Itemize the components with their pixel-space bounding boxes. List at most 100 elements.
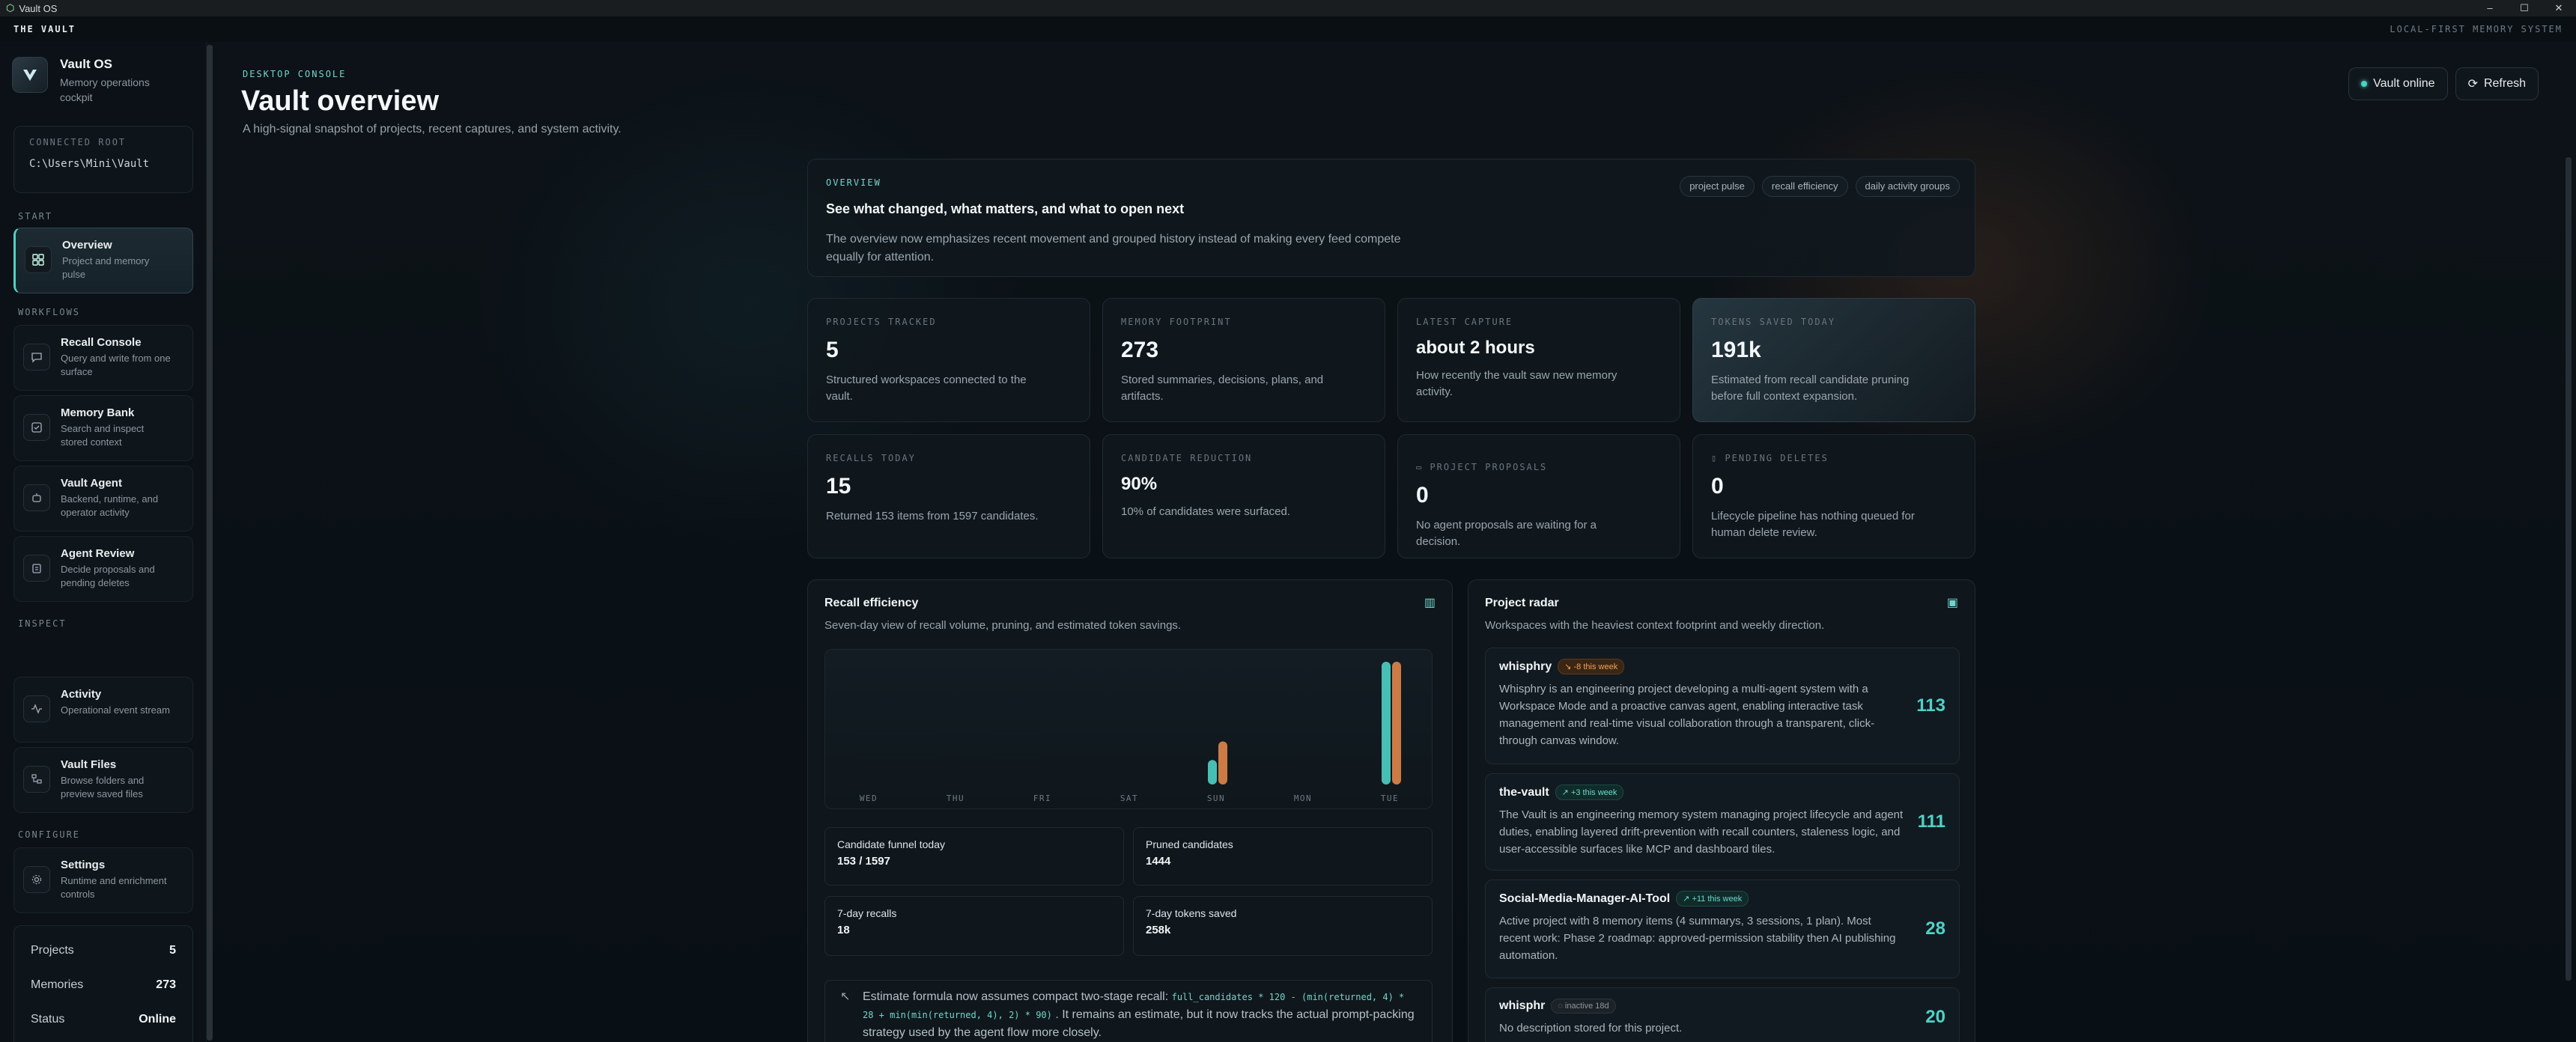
project-card-the-vault[interactable]: the-vault ↗ +3 this week The Vault is an …	[1485, 773, 1960, 871]
nav-label: Memory Bank	[61, 406, 135, 419]
brand-subtitle: Memory operations cockpit	[60, 76, 150, 103]
metric-tokens-saved: TOKENS SAVED TODAY 191k Estimated from rec…	[1692, 298, 1975, 422]
metric-value: 191k	[1711, 338, 1761, 362]
radar-subtitle: Workspaces with the heaviest context foo…	[1485, 619, 1825, 632]
recall-bar-chart: WED THU FRI SAT SUN MON TUE	[860, 662, 1401, 803]
section-workflows: WORKFLOWS	[18, 307, 81, 317]
vault-online-status[interactable]: Vault online	[2348, 67, 2448, 100]
project-card-whisphry[interactable]: whisphry ↘ -8 this week Whisphry is an en…	[1485, 648, 1960, 764]
metric-desc: Structured workspaces connected to the v…	[826, 374, 1027, 403]
metric-desc: Stored summaries, decisions, plans, and …	[1121, 374, 1324, 403]
chart-bar-tue-s0	[1382, 662, 1391, 784]
metric-candidate-reduction: CANDIDATE REDUCTION 90% 10% of candidates …	[1102, 434, 1385, 558]
vault-logo-icon	[12, 57, 48, 93]
metric-label: RECALLS TODAY	[826, 453, 916, 463]
nav-vault-agent[interactable]: Vault Agent Backend, runtime, and operato…	[13, 466, 193, 531]
metric-project-proposals: ▭ PROJECT PROPOSALS 0 No agent proposals a…	[1397, 434, 1680, 558]
stat-label: Memories	[31, 978, 84, 991]
mini-value: 258k	[1146, 924, 1171, 936]
project-count: 28	[1925, 918, 1945, 939]
close-button[interactable]: ✕	[2542, 0, 2576, 16]
mini-value: 18	[837, 924, 850, 936]
nav-agent-review[interactable]: Agent Review Decide proposals and pending…	[13, 536, 193, 602]
folder-tree-icon	[23, 766, 50, 793]
metric-label: PROJECTS TRACKED	[826, 317, 937, 327]
metric-desc: Returned 153 items from 1597 candidates.	[826, 510, 1039, 522]
metric-label: LATEST CAPTURE	[1416, 317, 1513, 327]
project-radar-panel: Project radar Workspaces with the heavie…	[1468, 579, 1975, 1042]
project-desc: No description stored for this project.	[1499, 1022, 1683, 1035]
nav-recall-console[interactable]: Recall Console Query and write from one s…	[13, 325, 193, 391]
nav-settings[interactable]: Settings Runtime and enrichment controls	[13, 847, 193, 913]
recall-title: Recall efficiency	[824, 597, 919, 609]
mini-value: 153 / 1597	[837, 855, 890, 868]
main-scrollbar[interactable]	[2566, 157, 2572, 981]
root-label: CONNECTED ROOT	[29, 137, 127, 147]
sidebar: Vault OS Memory operations cockpit CONNE…	[0, 42, 207, 1042]
chart-bar-sun-s0	[1208, 760, 1217, 784]
status-dot-icon	[2361, 81, 2368, 87]
metric-label: MEMORY FOOTPRINT	[1121, 317, 1232, 327]
metric-desc: 10% of candidates were surfaced.	[1121, 505, 1290, 518]
metric-value: 0	[1711, 474, 1724, 499]
stat-7day-tokens: 7-day tokens saved 258k	[1133, 896, 1433, 956]
project-card-whisphr[interactable]: whisphr ◌ inactive 18d No description sto…	[1485, 987, 1960, 1042]
tag-recall-efficiency[interactable]: recall efficiency	[1761, 176, 1848, 197]
trend-badge: ↗ +11 this week	[1676, 891, 1749, 907]
folder-icon[interactable]: ▣	[1947, 595, 1958, 610]
nav-desc: Decide proposals and pending deletes	[61, 564, 155, 588]
project-desc: The Vault is an engineering memory syste…	[1499, 808, 1904, 856]
trash-icon: ▯	[1711, 453, 1725, 463]
metric-value: 273	[1121, 338, 1159, 362]
overview-desc: The overview now emphasizes recent movem…	[826, 233, 1401, 263]
nav-vault-files[interactable]: Vault Files Browse folders and preview sa…	[13, 747, 193, 813]
brand-card: Vault OS Memory operations cockpit	[12, 57, 180, 105]
project-count: 113	[1916, 695, 1945, 716]
nav-desc: Runtime and enrichment controls	[61, 875, 167, 900]
project-name: the-vault	[1499, 785, 1549, 799]
sidebar-scrollbar[interactable]	[207, 45, 213, 1041]
section-start: START	[18, 211, 53, 222]
metric-label-text: PENDING DELETES	[1725, 453, 1829, 463]
archive-icon	[23, 414, 50, 441]
metric-recalls-today: RECALLS TODAY 15 Returned 153 items from 1…	[807, 434, 1090, 558]
nav-label: Overview	[62, 239, 112, 252]
project-name: whisphr	[1499, 999, 1546, 1012]
tag-daily-activity[interactable]: daily activity groups	[1855, 176, 1960, 197]
nav-activity[interactable]: Activity Operational event stream	[13, 677, 193, 743]
metric-value: 15	[826, 474, 851, 499]
mini-label: 7-day recalls	[837, 907, 897, 919]
stat-7day-recalls: 7-day recalls 18	[824, 896, 1124, 956]
refresh-button[interactable]: ⟳ Refresh	[2455, 67, 2539, 100]
grid-icon	[25, 246, 52, 273]
trend-badge: ◌ inactive 18d	[1551, 999, 1616, 1014]
nav-label: Settings	[61, 859, 106, 871]
chart-bar-tue-s1	[1392, 662, 1401, 784]
refresh-label: Refresh	[2483, 77, 2526, 90]
minimize-button[interactable]: –	[2473, 0, 2507, 16]
bar-chart-icon[interactable]: ▥	[1424, 595, 1436, 610]
chart-tick-fri: FRI	[1033, 793, 1051, 803]
page-subtitle: A high-signal snapshot of projects, rece…	[243, 123, 622, 135]
nav-overview[interactable]: Overview Project and memory pulse	[13, 228, 193, 293]
chart-bar-sun-s1	[1218, 741, 1227, 784]
nav-memory-bank[interactable]: Memory Bank Search and inspect stored con…	[13, 395, 193, 461]
chart-tick-sun: SUN	[1207, 793, 1225, 803]
project-card-social-media-manager[interactable]: Social-Media-Manager-AI-Tool ↗ +11 this w…	[1485, 880, 1960, 978]
recall-chart: WED THU FRI SAT SUN MON TUE	[824, 649, 1433, 809]
metric-label: ▯ PENDING DELETES	[1711, 453, 1957, 463]
stat-projects: Projects 5	[31, 933, 176, 968]
main-content: DESKTOP CONSOLE Vault overview A high-si…	[225, 42, 2561, 1042]
nav-desc: Browse folders and preview saved files	[61, 775, 145, 799]
nav-label: Recall Console	[61, 336, 142, 349]
tag-project-pulse[interactable]: project pulse	[1680, 176, 1755, 197]
refresh-icon: ⟳	[2467, 78, 2478, 91]
nav-desc: Query and write from one surface	[61, 353, 171, 377]
metric-label: ▭ PROJECT PROPOSALS	[1416, 462, 1662, 472]
status-label: Vault online	[2373, 77, 2435, 90]
project-count: 111	[1917, 811, 1945, 832]
metric-value: about 2 hours	[1416, 338, 1535, 358]
maximize-button[interactable]: ☐	[2507, 0, 2542, 16]
chart-tick-sat: SAT	[1120, 793, 1138, 803]
nav-desc: Operational event stream	[61, 704, 170, 716]
